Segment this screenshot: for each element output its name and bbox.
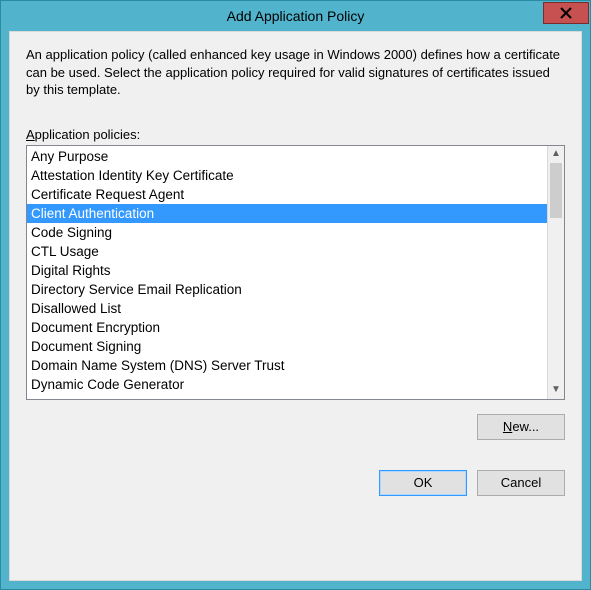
list-item[interactable]: Digital Rights: [27, 261, 547, 280]
scroll-up-button[interactable]: ▲: [548, 146, 564, 163]
client-area: An application policy (called enhanced k…: [9, 31, 582, 581]
scroll-thumb[interactable]: [550, 163, 562, 218]
titlebar: Add Application Policy: [1, 1, 590, 31]
chevron-down-icon: ▼: [551, 385, 561, 395]
close-icon: [560, 7, 572, 19]
close-button[interactable]: [543, 2, 589, 24]
new-button[interactable]: New...: [477, 414, 565, 440]
ok-button[interactable]: OK: [379, 470, 467, 496]
scroll-down-button[interactable]: ▼: [548, 382, 564, 399]
scroll-track[interactable]: [548, 163, 564, 382]
list-item[interactable]: Attestation Identity Key Certificate: [27, 166, 547, 185]
list-item[interactable]: Domain Name System (DNS) Server Trust: [27, 356, 547, 375]
policies-list[interactable]: Any PurposeAttestation Identity Key Cert…: [27, 146, 547, 399]
cancel-button[interactable]: Cancel: [477, 470, 565, 496]
list-item[interactable]: Directory Service Email Replication: [27, 280, 547, 299]
dialog-buttons: OK Cancel: [26, 470, 565, 496]
list-item[interactable]: Dynamic Code Generator: [27, 375, 547, 394]
chevron-up-icon: ▲: [551, 149, 561, 159]
scrollbar[interactable]: ▲ ▼: [547, 146, 564, 399]
list-item[interactable]: Any Purpose: [27, 147, 547, 166]
thumb-grip-icon: [553, 187, 559, 194]
list-item[interactable]: Client Authentication: [27, 204, 547, 223]
list-item[interactable]: Certificate Request Agent: [27, 185, 547, 204]
list-item[interactable]: Disallowed List: [27, 299, 547, 318]
policies-label: Application policies:: [26, 127, 565, 142]
description-text: An application policy (called enhanced k…: [26, 46, 565, 99]
window-title: Add Application Policy: [227, 8, 365, 24]
dialog-window: Add Application Policy An application po…: [0, 0, 591, 590]
list-item[interactable]: Document Encryption: [27, 318, 547, 337]
list-item[interactable]: CTL Usage: [27, 242, 547, 261]
list-item[interactable]: Code Signing: [27, 223, 547, 242]
policies-listbox[interactable]: Any PurposeAttestation Identity Key Cert…: [26, 145, 565, 400]
list-item[interactable]: Document Signing: [27, 337, 547, 356]
new-button-row: New...: [26, 414, 565, 440]
